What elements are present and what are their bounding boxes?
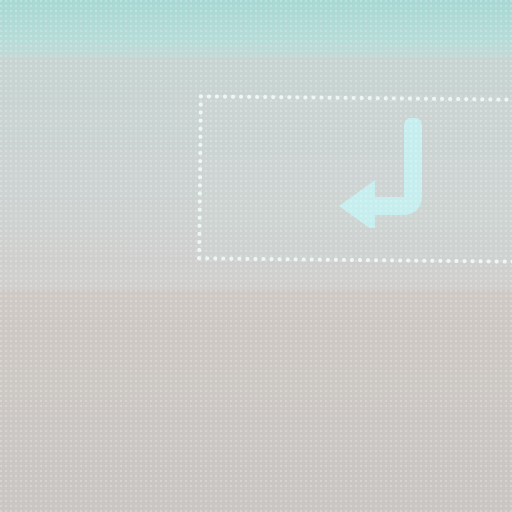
content-area <box>0 290 512 512</box>
window-title-bar <box>0 0 512 58</box>
enter-return-icon <box>339 118 422 228</box>
